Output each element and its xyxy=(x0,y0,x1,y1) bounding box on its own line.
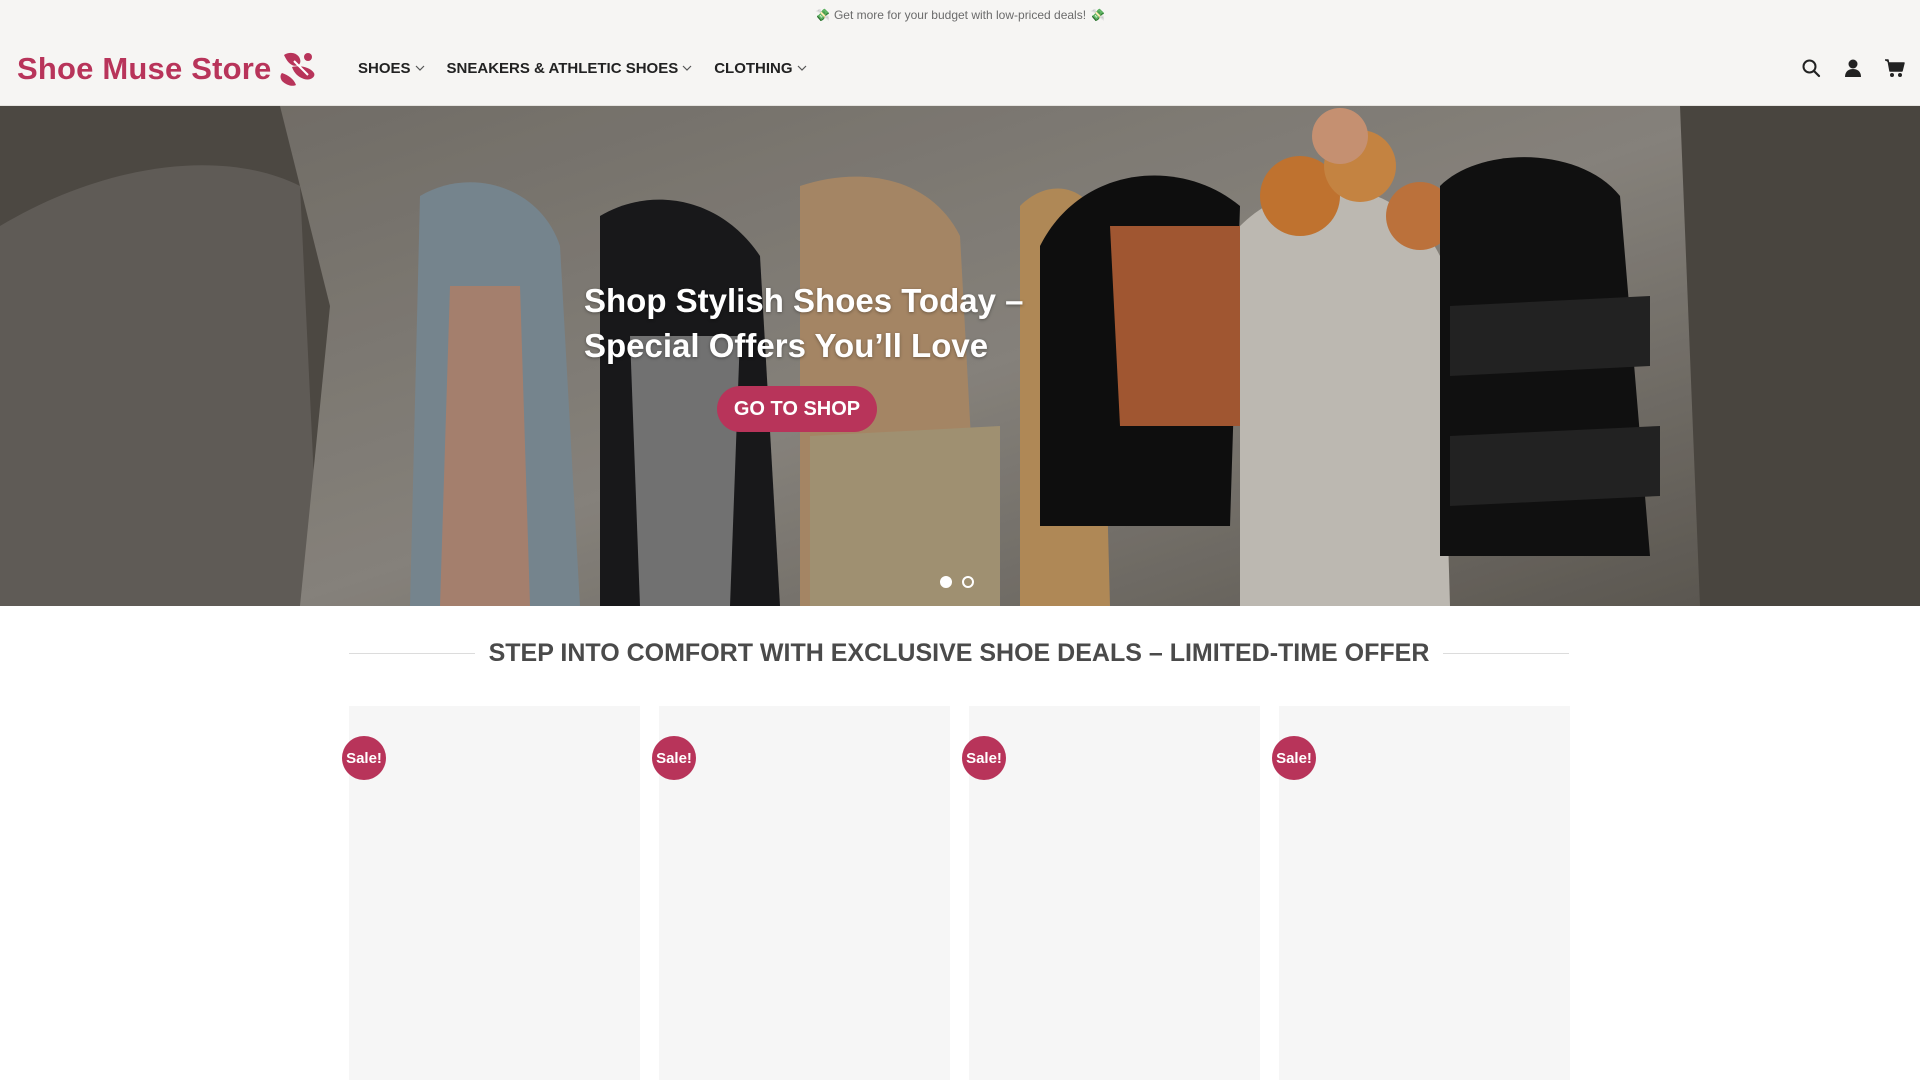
product-grid: Sale! Sale! Sale! Sale! xyxy=(342,706,1571,1080)
chevron-down-icon xyxy=(797,65,806,71)
money-icon: 💸 xyxy=(814,8,830,22)
product-card[interactable]: Sale! xyxy=(1272,706,1570,1080)
go-to-shop-button[interactable]: GO TO SHOP xyxy=(717,386,877,432)
nav-item-label: SHOES xyxy=(358,59,411,77)
logo[interactable]: Shoe Muse Store xyxy=(17,44,320,94)
divider xyxy=(349,652,475,654)
hero-slider: Shop Stylish Shoes Today – Special Offer… xyxy=(0,106,1920,606)
sale-badge: Sale! xyxy=(342,736,386,780)
product-card[interactable]: Sale! xyxy=(652,706,950,1080)
search-icon[interactable] xyxy=(1800,57,1822,79)
slider-dot-1[interactable] xyxy=(940,576,952,588)
site-header: Shoe Muse Store SHOES SNEAKERS & ATHLETI… xyxy=(0,30,1920,106)
section-title: STEP INTO COMFORT WITH EXCLUSIVE SHOE DE… xyxy=(488,638,1430,667)
sale-badge: Sale! xyxy=(962,736,1006,780)
announcement-text: Get more for your budget with low-priced… xyxy=(833,8,1087,22)
shoe-logo-icon xyxy=(280,52,314,86)
nav-item-label: SNEAKERS & ATHLETIC SHOES xyxy=(446,59,679,77)
money-icon: 💸 xyxy=(1090,8,1106,22)
product-card[interactable]: Sale! xyxy=(342,706,640,1080)
main-nav: SHOES SNEAKERS & ATHLETIC SHOES CLOTHING xyxy=(358,30,807,106)
sale-badge: Sale! xyxy=(1272,736,1316,780)
divider xyxy=(1443,652,1570,654)
account-icon[interactable] xyxy=(1842,57,1864,79)
product-card[interactable]: Sale! xyxy=(962,706,1260,1080)
slider-dot-2[interactable] xyxy=(962,576,974,588)
nav-item-shoes[interactable]: SHOES xyxy=(358,60,425,77)
nav-item-label: CLOTHING xyxy=(714,59,793,77)
hero-title: Shop Stylish Shoes Today – Special Offer… xyxy=(584,282,1024,364)
nav-item-clothing[interactable]: CLOTHING xyxy=(714,60,806,77)
sale-badge: Sale! xyxy=(652,736,696,780)
logo-text: Shoe Muse Store xyxy=(17,51,272,86)
slider-dots xyxy=(940,576,974,588)
announcement-bar: 💸 Get more for your budget with low-pric… xyxy=(0,0,1920,30)
cart-icon[interactable] xyxy=(1884,57,1906,79)
chevron-down-icon xyxy=(415,65,424,71)
section-heading: STEP INTO COMFORT WITH EXCLUSIVE SHOE DE… xyxy=(349,636,1570,670)
nav-item-sneakers[interactable]: SNEAKERS & ATHLETIC SHOES xyxy=(447,60,693,77)
header-icons xyxy=(1800,30,1906,106)
chevron-down-icon xyxy=(682,65,692,71)
